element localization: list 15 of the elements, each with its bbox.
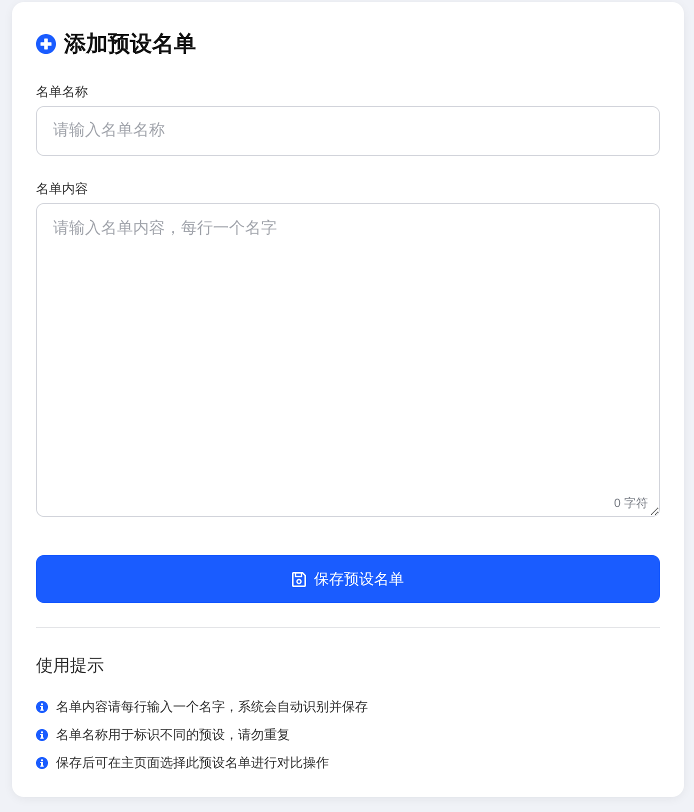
plus-circle-icon [36, 34, 56, 54]
tip-text: 名单名称用于标识不同的预设，请勿重复 [56, 726, 290, 744]
info-icon [36, 701, 48, 713]
input-field[interactable]: 请输入名单名称 [36, 106, 660, 156]
tip-text: 保存后可在主页面选择此预设名单进行对比操作 [56, 754, 329, 772]
tips-heading: 使用提示 [36, 655, 105, 677]
tip-text: 名单内容请每行输入一个名字，系统会自动识别并保存 [56, 698, 368, 716]
info-icon [36, 729, 48, 741]
char-count: 0 字符 [614, 495, 648, 511]
info-icon [36, 757, 48, 769]
save-icon [292, 572, 306, 586]
field-label: 名单名称 [36, 83, 89, 101]
field-label: 名单内容 [36, 180, 89, 198]
save-button[interactable]: 保存预设名单 [36, 555, 660, 603]
form-title: 添加预设名单 [64, 30, 196, 58]
